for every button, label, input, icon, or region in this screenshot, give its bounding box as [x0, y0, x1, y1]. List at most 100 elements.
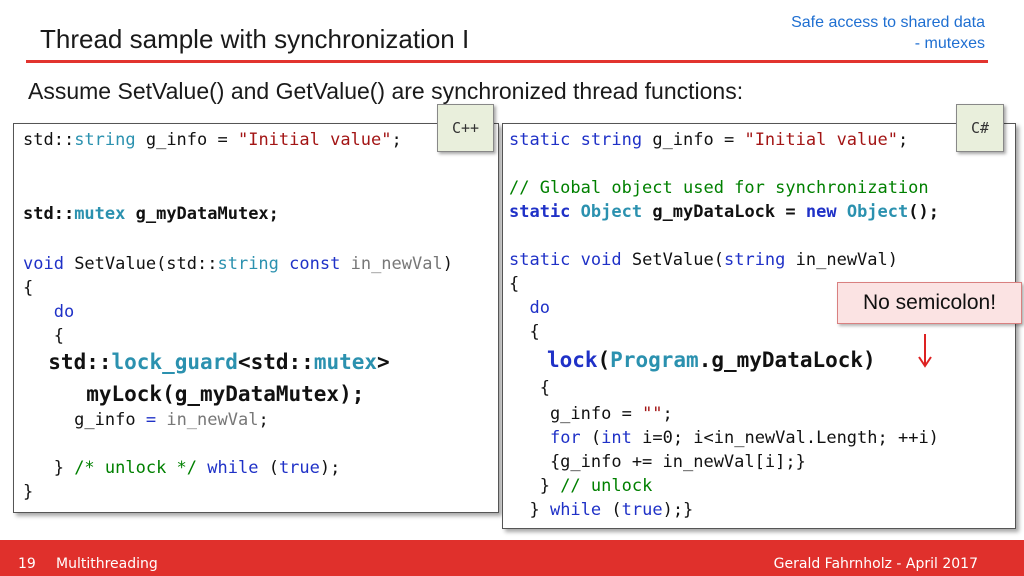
code-token: static	[509, 130, 571, 150]
code-line: g_info = in_newVal;	[23, 410, 269, 430]
code-token: {	[509, 322, 540, 342]
code-token: in_newVal	[166, 410, 259, 430]
code-token: g_info =	[135, 130, 238, 150]
code-token: in_newVal)	[785, 250, 898, 270]
code-token: {	[23, 278, 34, 298]
slide-title: Thread sample with synchronization I	[40, 24, 470, 54]
code-line: void SetValue(std::string const in_newVa…	[23, 254, 453, 274]
code-token: ;	[662, 404, 673, 424]
code-token: {	[509, 378, 550, 398]
code-line: std::string g_info = "Initial value";	[23, 130, 402, 150]
code-line: lock(Program.g_myDataLock)	[509, 348, 876, 372]
code-token: );}	[662, 500, 694, 520]
code-token: ();	[908, 202, 939, 222]
code-token: lock_guard	[111, 350, 238, 374]
code-token: const	[289, 254, 341, 274]
title-underline	[26, 60, 988, 63]
code-line: static void SetValue(string in_newVal)	[509, 250, 898, 270]
code-token: do	[53, 302, 75, 322]
code-line: std::mutex g_myDataMutex;	[23, 204, 279, 224]
cpp-code-panel: std::string g_info = "Initial value"; std…	[13, 123, 499, 513]
csharp-language-tag: C#	[956, 104, 1004, 152]
code-token: g_info =	[642, 130, 745, 150]
code-token: (	[580, 428, 602, 448]
code-token: in_newVal	[350, 254, 443, 274]
cpp-language-tag: C++	[437, 104, 494, 152]
slide-subtitle: Assume SetValue() and GetValue() are syn…	[28, 78, 744, 104]
csharp-code-panel: static string g_info = "Initial value"; /…	[502, 123, 1016, 529]
code-token: }	[23, 458, 75, 478]
code-line: do	[509, 298, 550, 318]
code-token: =	[145, 410, 157, 430]
code-token: {g_info += in_newVal[i];}	[509, 452, 806, 472]
code-token: )	[442, 254, 453, 274]
code-token: mutex	[313, 350, 378, 374]
footer-bar: 19 Multithreading Gerald Fahrnholz - Apr…	[0, 540, 1024, 576]
code-token: string	[217, 254, 279, 274]
down-arrow-icon	[918, 334, 932, 368]
code-token: g_info	[23, 410, 146, 430]
code-line: g_info = "";	[509, 404, 673, 424]
code-token: // Global object used for synchronizatio…	[509, 178, 929, 198]
code-token: {	[23, 326, 64, 346]
code-token: }	[509, 476, 561, 496]
code-line: // Global object used for synchronizatio…	[509, 178, 929, 198]
code-line: do	[23, 302, 74, 322]
code-token: g_info =	[509, 404, 643, 424]
code-line: {	[23, 326, 64, 346]
code-token: ;	[897, 130, 909, 150]
code-token: void	[580, 250, 622, 270]
code-token: static	[509, 202, 571, 222]
footer-author-date: Gerald Fahrnholz - April 2017	[773, 556, 978, 572]
code-line: } // unlock	[509, 476, 653, 496]
no-semicolon-callout: No semicolon!	[837, 282, 1022, 324]
code-line: for (int i=0; i<in_newVal.Length; ++i)	[509, 428, 939, 448]
code-token: <std::	[237, 350, 314, 374]
code-token: std::	[23, 130, 75, 150]
code-token: new	[805, 202, 837, 222]
code-line: } /* unlock */ while (true);	[23, 458, 341, 478]
code-token: static	[509, 250, 571, 270]
topic-line-2: - mutexes	[914, 35, 985, 52]
code-token: lock	[546, 348, 598, 372]
code-token: int	[601, 428, 632, 448]
footer-section: Multithreading	[56, 556, 158, 572]
code-line: }	[23, 482, 33, 502]
code-token: }	[23, 482, 34, 502]
code-token: while	[207, 458, 259, 478]
code-token: ;	[391, 130, 402, 150]
topic-line-1: Safe access to shared data	[791, 14, 985, 31]
code-token: while	[549, 500, 602, 520]
code-token: SetValue(	[621, 250, 724, 270]
code-token: std::	[23, 204, 75, 224]
code-token: "Initial value"	[237, 130, 392, 150]
code-token: "Initial value"	[744, 130, 898, 150]
code-line: {g_info += in_newVal[i];}	[509, 452, 806, 472]
code-line: } while (true);}	[509, 500, 693, 520]
code-token: string	[74, 130, 136, 150]
code-line: {	[509, 378, 550, 398]
code-token: for	[549, 428, 581, 448]
code-token: g_myDataMutex;	[125, 204, 279, 224]
code-token: ;	[258, 410, 269, 430]
code-token: true	[621, 500, 663, 520]
code-token: std::	[23, 350, 112, 374]
code-token: string	[580, 130, 643, 150]
code-token: true	[278, 458, 320, 478]
code-token: do	[529, 298, 550, 318]
code-token: );	[319, 458, 341, 478]
code-token: .g_myDataLock)	[698, 348, 876, 372]
code-token: ""	[642, 404, 663, 424]
code-line: static string g_info = "Initial value";	[509, 130, 908, 150]
code-token: g_myDataLock =	[642, 202, 806, 222]
